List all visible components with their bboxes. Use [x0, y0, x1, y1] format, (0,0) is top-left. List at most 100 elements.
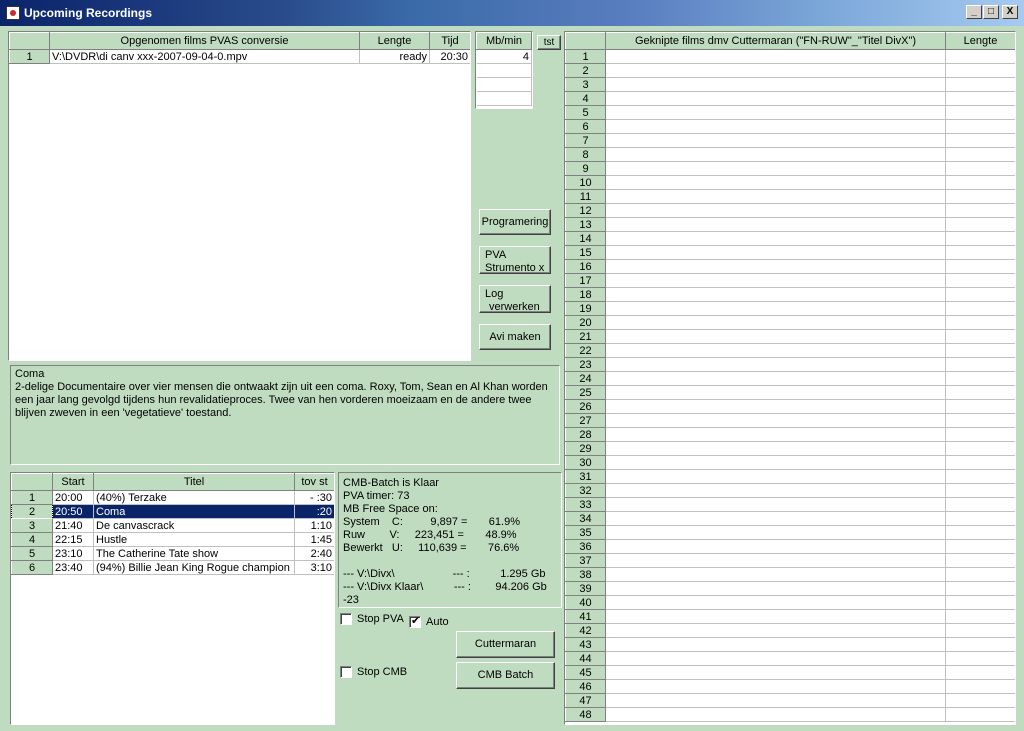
table-row[interactable]: 6: [565, 119, 1015, 134]
table-row[interactable]: 45: [565, 665, 1015, 680]
row-number[interactable]: 14: [565, 231, 606, 246]
cut-title-cell[interactable]: [605, 511, 946, 526]
cut-lengte-cell[interactable]: [945, 105, 1015, 120]
cut-title-cell[interactable]: [605, 483, 946, 498]
row-number[interactable]: 4: [11, 532, 53, 547]
cut-title-cell[interactable]: [605, 693, 946, 708]
avi-maken-button[interactable]: Avi maken: [479, 324, 551, 350]
table-row[interactable]: 4: [565, 91, 1015, 106]
cut-title-cell[interactable]: [605, 259, 946, 274]
cut-lengte-cell[interactable]: [945, 217, 1015, 232]
table-row[interactable]: 40: [565, 595, 1015, 610]
programmering-button[interactable]: Programering: [479, 209, 551, 235]
table-row[interactable]: 1 20:00 (40%) Terzake - :30: [11, 490, 334, 505]
cut-lengte-cell[interactable]: [945, 189, 1015, 204]
cut-lengte-cell[interactable]: [945, 427, 1015, 442]
table-row-selected[interactable]: 2 20:50 Coma :20: [11, 504, 334, 519]
row-number[interactable]: 25: [565, 385, 606, 400]
cut-title-cell[interactable]: [605, 119, 946, 134]
schedule-titel[interactable]: The Catherine Tate show: [93, 546, 295, 561]
row-number[interactable]: 40: [565, 595, 606, 610]
cut-lengte-cell[interactable]: [945, 595, 1015, 610]
pva-strumento-button[interactable]: PVA Strumento x: [479, 246, 551, 274]
cut-lengte-cell[interactable]: [945, 609, 1015, 624]
schedule-start[interactable]: 23:40: [52, 560, 94, 575]
schedule-tov[interactable]: :20: [294, 504, 334, 519]
cut-title-cell[interactable]: [605, 175, 946, 190]
table-row[interactable]: 1 V:\DVDR\di canv xxx-2007-09-04-0.mpv r…: [9, 49, 470, 64]
row-number[interactable]: 45: [565, 665, 606, 680]
cut-lengte-cell[interactable]: [945, 161, 1015, 176]
row-number[interactable]: 29: [565, 441, 606, 456]
table-row[interactable]: 15: [565, 245, 1015, 260]
table-row[interactable]: 34: [565, 511, 1015, 526]
schedule-titel[interactable]: (40%) Terzake: [93, 490, 295, 505]
cuts-header-lengte[interactable]: Lengte: [945, 32, 1015, 50]
row-number[interactable]: 32: [565, 483, 606, 498]
cut-lengte-cell[interactable]: [945, 231, 1015, 246]
cut-title-cell[interactable]: [605, 77, 946, 92]
cut-title-cell[interactable]: [605, 245, 946, 260]
recordings-header-lengte[interactable]: Lengte: [359, 32, 430, 50]
table-row[interactable]: [476, 91, 532, 106]
cut-lengte-cell[interactable]: [945, 637, 1015, 652]
cut-title-cell[interactable]: [605, 63, 946, 78]
stop-cmb-checkbox[interactable]: Stop CMB: [340, 666, 407, 678]
log-verwerken-button[interactable]: Log verwerken: [479, 285, 551, 313]
schedule-tov[interactable]: 1:10: [294, 518, 334, 533]
app-icon[interactable]: [6, 6, 20, 20]
table-row[interactable]: 26: [565, 399, 1015, 414]
cmb-batch-button[interactable]: CMB Batch: [456, 662, 555, 689]
cut-title-cell[interactable]: [605, 651, 946, 666]
cut-title-cell[interactable]: [605, 399, 946, 414]
cut-lengte-cell[interactable]: [945, 441, 1015, 456]
cut-title-cell[interactable]: [605, 637, 946, 652]
row-number[interactable]: 2: [565, 63, 606, 78]
cut-lengte-cell[interactable]: [945, 147, 1015, 162]
row-number[interactable]: 1: [565, 49, 606, 64]
cut-title-cell[interactable]: [605, 273, 946, 288]
row-number[interactable]: 13: [565, 217, 606, 232]
schedule-tov[interactable]: - :30: [294, 490, 334, 505]
cut-lengte-cell[interactable]: [945, 357, 1015, 372]
cut-title-cell[interactable]: [605, 343, 946, 358]
row-number[interactable]: 39: [565, 581, 606, 596]
table-row[interactable]: 32: [565, 483, 1015, 498]
table-row[interactable]: 31: [565, 469, 1015, 484]
row-number[interactable]: 3: [11, 518, 53, 533]
cut-lengte-cell[interactable]: [945, 49, 1015, 64]
cut-lengte-cell[interactable]: [945, 539, 1015, 554]
cut-title-cell[interactable]: [605, 301, 946, 316]
schedule-header-tov[interactable]: tov st: [294, 473, 334, 491]
cut-lengte-cell[interactable]: [945, 371, 1015, 386]
row-number[interactable]: 12: [565, 203, 606, 218]
schedule-start[interactable]: 22:15: [52, 532, 94, 547]
recordings-grid[interactable]: Opgenomen films PVAS conversie Lengte Ti…: [8, 31, 471, 361]
table-row[interactable]: 19: [565, 301, 1015, 316]
cut-lengte-cell[interactable]: [945, 343, 1015, 358]
table-row[interactable]: 41: [565, 609, 1015, 624]
table-row[interactable]: 39: [565, 581, 1015, 596]
auto-box[interactable]: [409, 614, 421, 628]
row-number[interactable]: 16: [565, 259, 606, 274]
cut-lengte-cell[interactable]: [945, 469, 1015, 484]
cut-title-cell[interactable]: [605, 357, 946, 372]
row-number[interactable]: 15: [565, 245, 606, 260]
cuttermaran-button[interactable]: Cuttermaran: [456, 631, 555, 658]
row-number[interactable]: 46: [565, 679, 606, 694]
row-number[interactable]: 9: [565, 161, 606, 176]
cuts-header-title[interactable]: Geknipte films dmv Cuttermaran ("FN-RUW"…: [605, 32, 946, 50]
cut-lengte-cell[interactable]: [945, 273, 1015, 288]
cut-lengte-cell[interactable]: [945, 707, 1015, 722]
table-row[interactable]: 4 22:15 Hustle 1:45: [11, 532, 334, 547]
table-row[interactable]: 17: [565, 273, 1015, 288]
table-row[interactable]: 37: [565, 553, 1015, 568]
cut-title-cell[interactable]: [605, 525, 946, 540]
row-number[interactable]: 7: [565, 133, 606, 148]
row-number[interactable]: 47: [565, 693, 606, 708]
row-number[interactable]: 18: [565, 287, 606, 302]
cut-title-cell[interactable]: [605, 189, 946, 204]
table-row[interactable]: 12: [565, 203, 1015, 218]
table-row[interactable]: [476, 63, 532, 78]
schedule-start[interactable]: 20:50: [52, 504, 94, 519]
